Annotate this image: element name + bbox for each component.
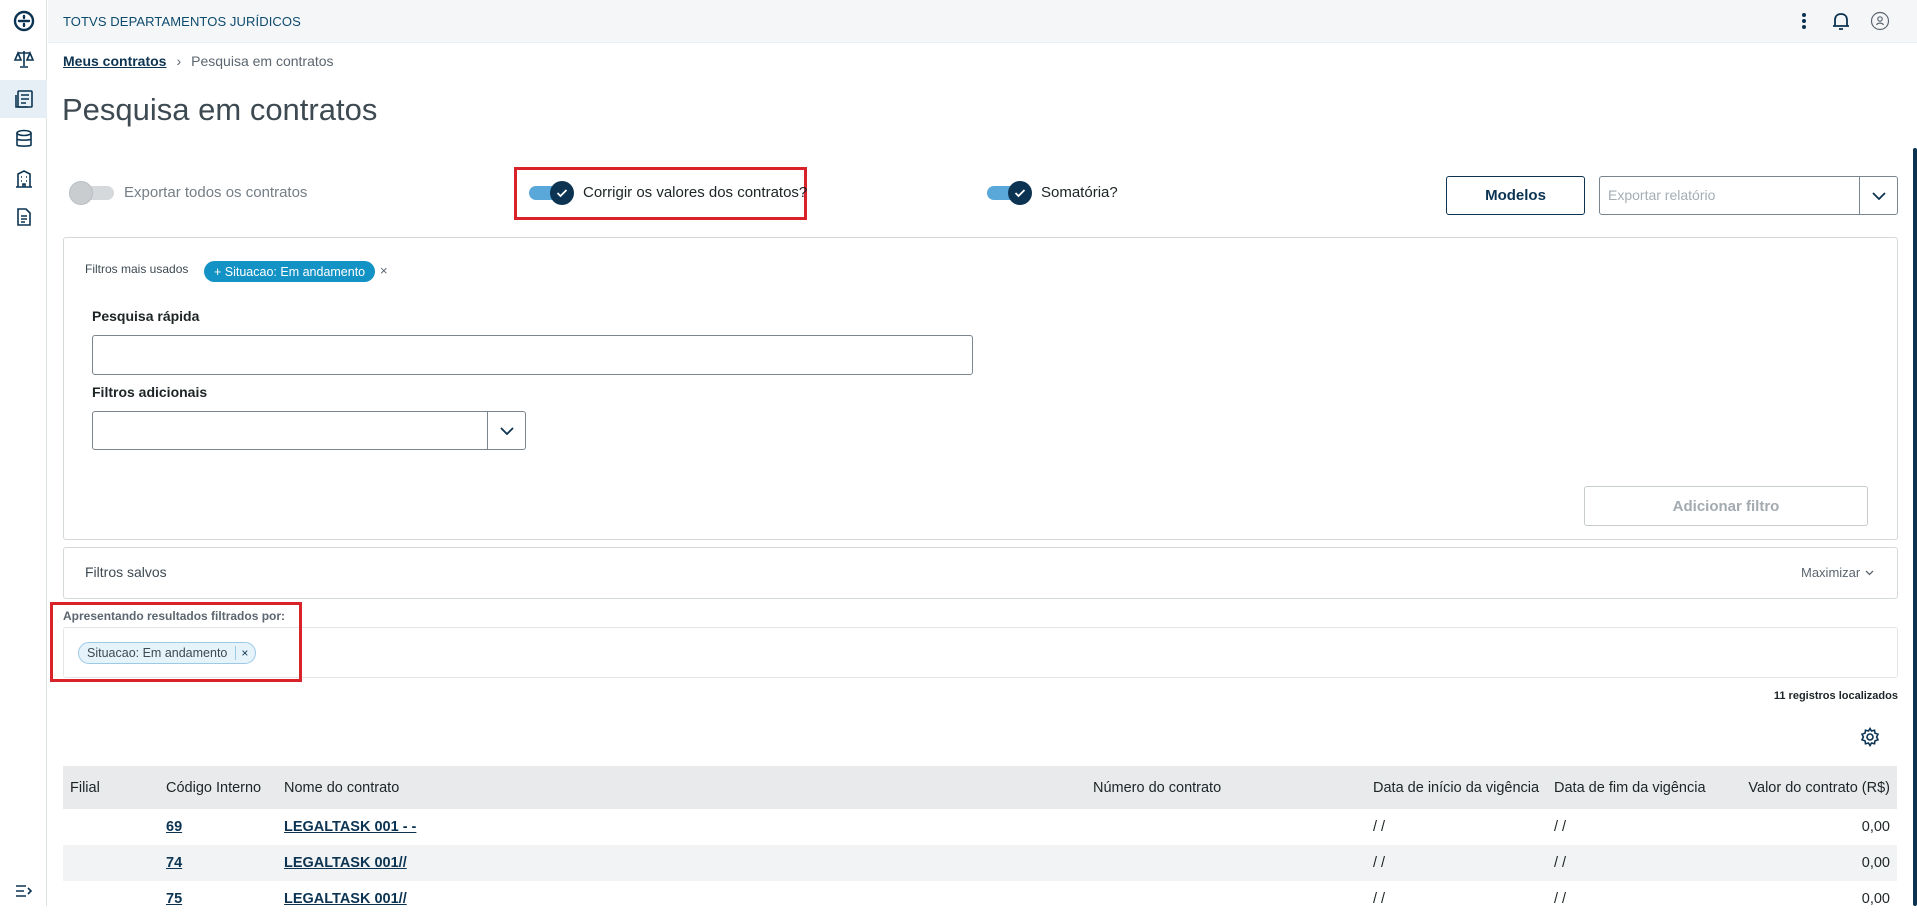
chevron-down-icon[interactable] xyxy=(1859,177,1897,214)
switch-track[interactable] xyxy=(987,180,1032,205)
chevron-down-icon xyxy=(1865,570,1874,575)
contract-name-link[interactable]: LEGALTASK 001// xyxy=(284,855,407,871)
collapse-menu-icon[interactable] xyxy=(0,872,47,910)
scale-icon[interactable] xyxy=(0,40,47,78)
column-header-contract-name[interactable]: Nome do contrato xyxy=(277,766,1086,809)
maximize-label: Maximizar xyxy=(1801,565,1861,580)
cell-filial xyxy=(63,809,159,845)
table-row[interactable]: 74 LEGALTASK 001// / / / / 0,00 xyxy=(63,845,1897,881)
export-report-placeholder: Exportar relatório xyxy=(1608,187,1716,203)
cell-start-date: / / xyxy=(1373,819,1386,835)
contract-name-link[interactable]: LEGALTASK 001// xyxy=(284,891,407,907)
maximize-toggle[interactable]: Maximizar xyxy=(1801,565,1874,580)
side-menu xyxy=(0,0,47,906)
correct-values-label: Corrigir os valores dos contratos? xyxy=(583,184,808,201)
cell-contract-number xyxy=(1086,881,1366,917)
correct-values-switch[interactable]: Corrigir os valores dos contratos? xyxy=(529,180,808,205)
cell-filial xyxy=(63,881,159,917)
export-all-label: Exportar todos os contratos xyxy=(124,184,308,201)
internal-code-link[interactable]: 69 xyxy=(166,819,182,835)
cell-contract-number xyxy=(1086,845,1366,881)
switch-track[interactable] xyxy=(69,180,114,205)
cell-filial xyxy=(63,845,159,881)
cell-contract-value: 0,00 xyxy=(1727,845,1897,881)
cell-contract-value: 0,00 xyxy=(1861,891,1890,907)
switch-knob xyxy=(69,180,93,205)
internal-code-link[interactable]: 74 xyxy=(166,855,182,871)
saved-filters-panel[interactable] xyxy=(63,547,1898,599)
export-all-switch[interactable]: Exportar todos os contratos xyxy=(69,180,308,205)
page-scrollbar[interactable] xyxy=(1913,148,1917,906)
gear-icon[interactable] xyxy=(1860,726,1880,752)
switch-track[interactable] xyxy=(529,180,574,205)
contract-name-link[interactable]: LEGALTASK 001 - - xyxy=(284,819,416,835)
table-row[interactable]: 75 LEGALTASK 001// / / / / 0,00 xyxy=(63,881,1897,917)
most-used-filters-label: Filtros mais usados xyxy=(85,262,189,276)
breadcrumb-link-my-contracts[interactable]: Meus contratos xyxy=(63,53,166,69)
user-icon[interactable] xyxy=(1869,10,1891,32)
check-icon xyxy=(1008,180,1032,205)
close-icon[interactable]: × xyxy=(380,263,388,278)
bell-icon[interactable] xyxy=(1830,10,1852,32)
cell-contract-value: 0,00 xyxy=(1861,819,1890,835)
export-report-select[interactable]: Exportar relatório xyxy=(1599,176,1898,215)
most-used-filter-chip[interactable]: + Situacao: Em andamento xyxy=(204,261,376,282)
cell-start-date: / / xyxy=(1373,891,1386,907)
add-filter-button[interactable]: Adicionar filtro xyxy=(1584,486,1868,526)
breadcrumb: Meus contratos › Pesquisa em contratos xyxy=(63,53,334,69)
contracts-icon[interactable] xyxy=(0,80,47,118)
column-header-filial[interactable]: Filial xyxy=(63,766,159,809)
contracts-table: Filial Código Interno Nome do contrato N… xyxy=(63,766,1897,917)
table-row[interactable]: 69 LEGALTASK 001 - - / / / / 0,00 xyxy=(63,809,1897,845)
top-bar: TOTVS DEPARTAMENTOS JURÍDICOS xyxy=(48,0,1917,43)
column-header-start-date[interactable]: Data de início da vigência xyxy=(1366,766,1547,809)
column-header-end-date[interactable]: Data de fim da vigência xyxy=(1547,766,1727,809)
cell-contract-number xyxy=(1086,809,1366,845)
page-title: Pesquisa em contratos xyxy=(62,92,378,127)
more-options-icon[interactable] xyxy=(1793,10,1815,32)
breadcrumb-current: Pesquisa em contratos xyxy=(191,53,334,69)
column-header-contract-number[interactable]: Número do contrato xyxy=(1086,766,1366,809)
chevron-right-icon: › xyxy=(176,53,182,69)
quick-search-input[interactable] xyxy=(92,335,973,375)
column-header-contract-value[interactable]: Valor do contrato (R$) xyxy=(1727,766,1897,809)
database-icon[interactable] xyxy=(0,120,47,158)
sum-label: Somatória? xyxy=(1041,184,1118,201)
quick-search-label: Pesquisa rápida xyxy=(92,308,200,324)
results-count: 11 registros localizados xyxy=(1773,690,1898,702)
cell-end-date: / / xyxy=(1554,891,1567,907)
additional-filters-label: Filtros adicionais xyxy=(92,384,208,400)
check-icon xyxy=(550,180,574,205)
applied-filters-panel xyxy=(63,627,1898,678)
highlight-box-applied-filters xyxy=(50,602,302,682)
internal-code-link[interactable]: 75 xyxy=(166,891,182,907)
column-header-internal-code[interactable]: Código Interno xyxy=(159,766,277,809)
cell-end-date: / / xyxy=(1554,819,1567,835)
building-icon[interactable] xyxy=(0,160,47,198)
logo-icon[interactable] xyxy=(0,2,47,40)
document-icon[interactable] xyxy=(0,198,47,236)
table-header-row: Filial Código Interno Nome do contrato N… xyxy=(63,766,1897,809)
additional-filters-select[interactable] xyxy=(92,411,526,450)
sum-switch[interactable]: Somatória? xyxy=(987,180,1118,205)
chevron-down-icon[interactable] xyxy=(487,412,525,449)
models-button[interactable]: Modelos xyxy=(1446,176,1585,215)
cell-start-date: / / xyxy=(1366,845,1547,881)
cell-end-date: / / xyxy=(1547,845,1727,881)
app-brand: TOTVS DEPARTAMENTOS JURÍDICOS xyxy=(63,14,301,29)
saved-filters-title: Filtros salvos xyxy=(85,564,167,580)
